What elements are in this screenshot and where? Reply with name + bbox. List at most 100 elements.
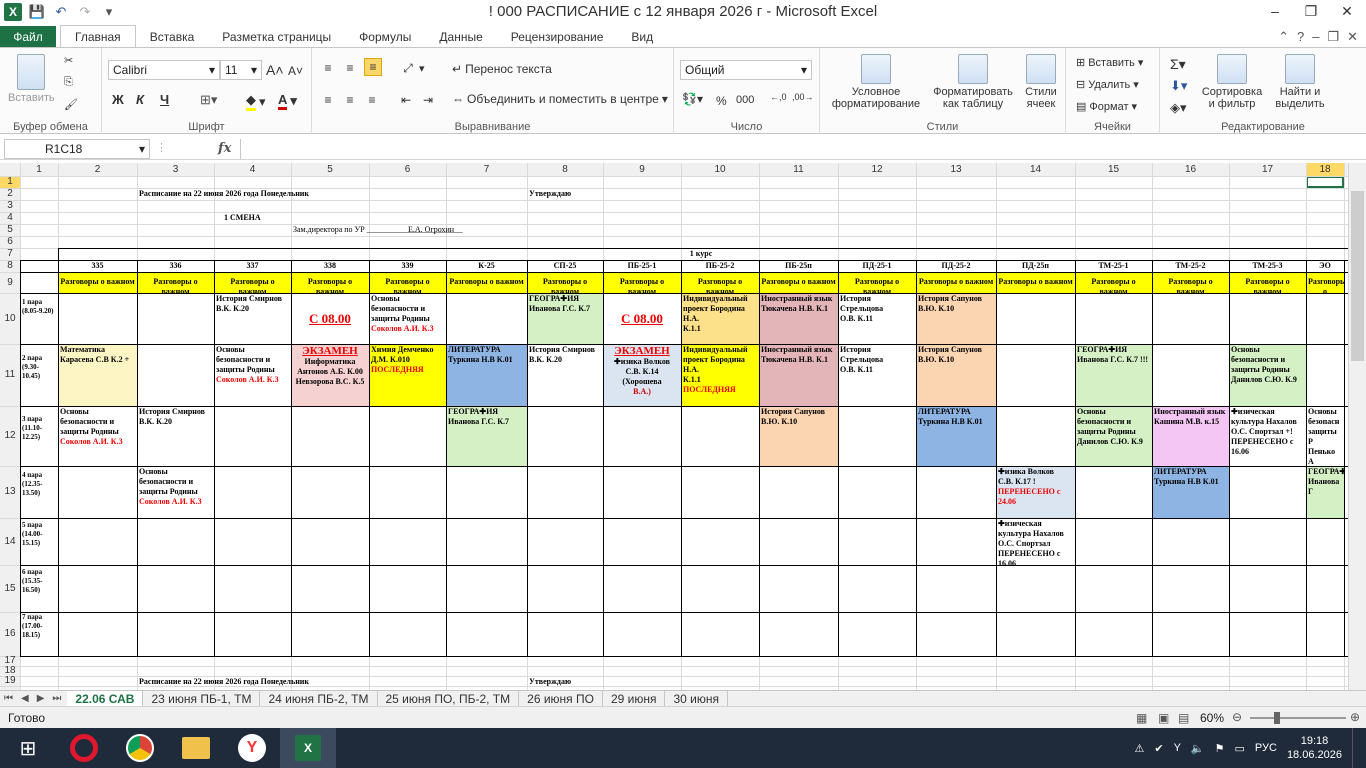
zoom-level[interactable]: 60% — [1200, 711, 1224, 725]
sheet-tab[interactable]: 22.06 САВ — [67, 690, 144, 707]
lesson-cell[interactable]: Основы безопасности и защиты Родины Соколов… — [369, 293, 446, 344]
group-header[interactable]: 336 — [137, 260, 214, 272]
lesson-cell[interactable]: Иностранный язык Тюкачева Н.В. К.1 — [759, 293, 838, 344]
lesson-cell[interactable]: С 08.00 — [603, 293, 681, 344]
row-header[interactable]: 5 — [0, 224, 20, 236]
talk-cell[interactable]: Разговоры о важном — [1152, 276, 1229, 293]
page-layout-view-icon[interactable]: ▣ — [1158, 711, 1169, 725]
decrease-decimal-icon[interactable]: ,00→ — [792, 92, 814, 102]
group-header[interactable]: ТМ-25-2 — [1152, 260, 1229, 272]
sheet-nav-last-icon[interactable]: ⏭ — [48, 693, 67, 704]
lesson-cell[interactable]: Основы безопасности и защиты Родины Соколов… — [214, 344, 291, 406]
customize-qat-icon[interactable]: ▾ — [100, 3, 118, 21]
talk-cell[interactable]: Разговоры о важном — [369, 276, 446, 293]
number-format-select[interactable]: Общий ▾ — [680, 60, 812, 80]
taskbar-opera[interactable] — [56, 728, 112, 768]
vertical-scroll-thumb[interactable] — [1351, 191, 1364, 361]
column-header[interactable]: 16 — [1152, 163, 1229, 176]
row-header[interactable]: 15 — [0, 565, 20, 612]
row-header[interactable]: 7 — [0, 248, 20, 260]
sheet-tab[interactable]: 24 июня ПБ-2, ТМ — [260, 690, 378, 707]
column-header[interactable]: 9 — [603, 163, 681, 176]
taskbar-chrome[interactable] — [112, 728, 168, 768]
talk-cell[interactable]: Разговоры о важном — [291, 276, 369, 293]
row-header[interactable]: 10 — [0, 293, 20, 344]
group-header[interactable]: 335 — [58, 260, 137, 272]
lesson-cell[interactable]: ГЕОГРА✚ИЯ Иванова Г.С. К.7 — [527, 293, 603, 344]
fill-icon[interactable]: ⬇▾ — [1170, 78, 1187, 94]
tab-view[interactable]: Вид — [617, 26, 667, 48]
increase-decimal-icon[interactable]: ←,0 — [770, 92, 787, 102]
insert-cells-button[interactable]: ⊞ Вставить ▾ — [1076, 56, 1143, 70]
insert-function-icon[interactable]: fx — [218, 141, 231, 156]
find-select-button[interactable]: Найти и выделить — [1270, 54, 1330, 110]
borders-icon[interactable]: ⊞▾ — [200, 92, 217, 108]
tab-file[interactable]: Файл — [0, 26, 56, 48]
lesson-cell[interactable]: ✚изическая культура Нахалов О.С. Спортзал … — [1229, 406, 1306, 466]
group-header[interactable]: К-25 — [446, 260, 527, 272]
group-header[interactable]: 338 — [291, 260, 369, 272]
tab-formulas[interactable]: Формулы — [345, 26, 425, 48]
column-header[interactable]: 13 — [916, 163, 996, 176]
zoom-out-icon[interactable]: ⊖ — [1232, 710, 1242, 724]
fill-color-icon[interactable]: ◆ ▾ — [246, 92, 266, 111]
minimize-button[interactable]: – — [1256, 0, 1294, 22]
flag-icon[interactable]: ⚑ — [1215, 742, 1225, 755]
increase-indent-icon[interactable]: ⇥ — [420, 92, 436, 108]
align-right-icon[interactable]: ≡ — [364, 92, 380, 108]
lesson-cell[interactable]: Основы безопасн защиты Р Пенько А — [1306, 406, 1344, 466]
talk-cell[interactable]: Разговоры о важном — [58, 276, 137, 293]
undo-icon[interactable]: ↶ — [52, 3, 70, 21]
align-left-icon[interactable]: ≡ — [320, 92, 336, 108]
lesson-cell[interactable]: ЛИТЕРАТУРА Туркина Н.В К.01 — [916, 406, 996, 466]
row-header[interactable]: 12 — [0, 406, 20, 466]
taskbar-excel[interactable]: X — [280, 728, 336, 768]
group-header[interactable]: ТМ-25-1 — [1075, 260, 1152, 272]
lesson-cell[interactable]: ✚изическая культура Нахалов О.С. Спортзал П… — [996, 518, 1075, 565]
bold-button[interactable]: Ж — [112, 92, 124, 107]
row-header[interactable]: 13 — [0, 466, 20, 518]
column-header[interactable]: 6 — [369, 163, 446, 176]
row-header[interactable]: 8 — [0, 260, 20, 272]
lesson-cell[interactable]: Индивидуальный проект Бородина Н.А. К.1.1 — [681, 293, 759, 344]
sort-filter-button[interactable]: Сортировка и фильтр — [1200, 54, 1264, 110]
cut-icon[interactable]: ✂ — [64, 54, 73, 67]
format-painter-icon[interactable]: 🖌 — [64, 98, 78, 111]
taskbar-explorer[interactable] — [168, 728, 224, 768]
lesson-cell[interactable]: ГЕОГРА✚ИЯ Иванова Г.С. К.7 — [446, 406, 527, 466]
battery-icon[interactable]: ▭ — [1235, 742, 1245, 755]
shrink-font-icon[interactable]: A˅ — [288, 64, 303, 78]
underline-button[interactable]: Ч — [160, 92, 169, 107]
column-header[interactable]: 8 — [527, 163, 603, 176]
clock[interactable]: 19:18 18.06.2026 — [1287, 734, 1342, 762]
column-header[interactable]: 3 — [137, 163, 214, 176]
row-header[interactable]: 2 — [0, 188, 20, 200]
column-header[interactable]: 1 — [20, 163, 58, 176]
start-button[interactable]: ⊞ — [0, 728, 56, 768]
align-middle-icon[interactable]: ≡ — [342, 60, 358, 76]
column-header[interactable]: 2 — [58, 163, 137, 176]
talk-cell[interactable]: Разговоры о важном — [214, 276, 291, 293]
delete-cells-button[interactable]: ⊟ Удалить ▾ — [1076, 78, 1139, 92]
talk-cell[interactable]: Разговоры о важном — [603, 276, 681, 293]
talk-cell[interactable]: Разговоры о важном — [137, 276, 214, 293]
lesson-cell[interactable]: Химия Демченко Д.М. К.010 ПОСЛЕДНЯЯ — [369, 344, 446, 406]
lesson-cell[interactable]: ЛИТЕРАТУРА Туркина Н.В К.01 — [446, 344, 527, 406]
column-header[interactable]: 17 — [1229, 163, 1306, 176]
talk-cell[interactable]: Разговоры о важном — [1229, 276, 1306, 293]
zoom-slider[interactable] — [1250, 712, 1346, 724]
network-warning-icon[interactable]: ⚠ — [1134, 742, 1144, 755]
align-top-icon[interactable]: ≡ — [320, 60, 336, 76]
paste-button[interactable]: Вставить — [8, 54, 55, 104]
lesson-cell[interactable]: Основы безопасности и защиты Родины Данилов… — [1229, 344, 1306, 406]
tab-review[interactable]: Рецензирование — [497, 26, 618, 48]
talk-cell[interactable]: Разговоры о важном — [527, 276, 603, 293]
decrease-indent-icon[interactable]: ⇤ — [398, 92, 414, 108]
lesson-cell[interactable]: С 08.00 — [291, 293, 369, 344]
volume-icon[interactable]: 🔈 — [1191, 742, 1205, 755]
orientation-icon[interactable]: ⤢ ▾ — [400, 60, 424, 76]
group-header[interactable]: СП-25 — [527, 260, 603, 272]
row-header[interactable]: 19 — [0, 676, 20, 686]
group-header[interactable]: 339 — [369, 260, 446, 272]
row-header[interactable]: 6 — [0, 236, 20, 248]
